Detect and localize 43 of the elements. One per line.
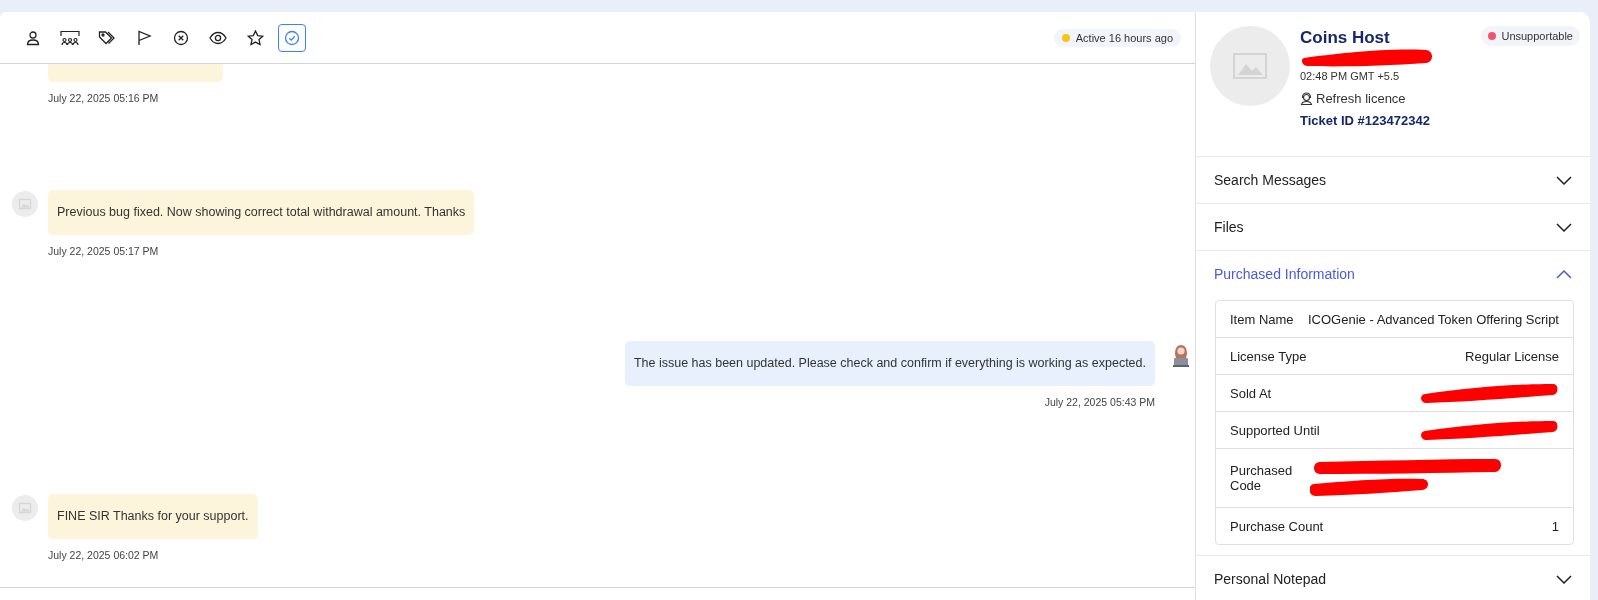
star-icon xyxy=(246,29,264,46)
row-value: 1 xyxy=(1551,518,1559,534)
row-label: Purchase Count xyxy=(1230,518,1324,534)
message-bubble: FINE SIR Thanks for your support. xyxy=(48,494,258,539)
row-label: Supported Until xyxy=(1230,422,1320,438)
eye-icon xyxy=(209,30,227,45)
row-value: Regular License xyxy=(1465,348,1559,364)
ticket-id: Ticket ID #123472342 xyxy=(1300,113,1431,128)
message-bubble: The issue has been updated. Please check and confirm if everything is working as expected. xyxy=(624,341,1155,386)
status-text: Active 16 hours ago xyxy=(1075,31,1173,44)
accordion-header[interactable]: Search Messages xyxy=(1196,157,1590,203)
group-icon xyxy=(60,29,80,46)
tags-icon xyxy=(98,29,116,46)
chevron-down-icon xyxy=(1556,574,1572,584)
message-time: July 22, 2025 05:43 PM xyxy=(1044,396,1155,408)
avatar-placeholder-icon xyxy=(12,191,38,217)
close-icon xyxy=(173,29,189,46)
chevron-down-icon xyxy=(1556,175,1572,185)
row-label: Item Name xyxy=(1230,311,1294,327)
avatar-placeholder-icon xyxy=(12,495,38,521)
row-label: Sold At xyxy=(1230,385,1272,401)
person-with-laptop-icon xyxy=(1172,343,1190,367)
message-time: July 22, 2025 06:02 PM xyxy=(48,549,159,561)
user-icon xyxy=(25,29,41,46)
row-value: ICOGenie - Advanced Token Offering Script xyxy=(1308,311,1559,327)
customer-name: Coins Host xyxy=(1300,28,1391,48)
row-label: Purchased Code xyxy=(1230,463,1294,493)
message-bubble: Previous bug fixed. Now showing correct total withdrawal amount. Thanks xyxy=(48,190,475,235)
flag-icon xyxy=(136,29,152,46)
local-time: 02:48 PM GMT +5.5 xyxy=(1300,70,1401,82)
chevron-up-icon xyxy=(1556,269,1572,279)
badge-text: Unsupportable xyxy=(1501,30,1573,42)
message-time: July 22, 2025 05:17 PM xyxy=(48,245,159,257)
chevron-down-icon xyxy=(1556,222,1572,232)
refresh-licence-link[interactable]: Refresh licence xyxy=(1300,91,1435,106)
message-time: July 22, 2025 05:16 PM xyxy=(48,92,159,104)
avatar-placeholder-icon xyxy=(1210,26,1290,106)
check-circle-icon xyxy=(284,29,300,46)
accordion-header[interactable]: Purchased Information xyxy=(1196,251,1590,297)
accordion-header[interactable]: Personal Notepad xyxy=(1196,556,1590,600)
accordion-header[interactable]: Files xyxy=(1196,204,1590,250)
row-label: License Type xyxy=(1230,348,1307,364)
support-agent-icon xyxy=(1300,92,1313,105)
